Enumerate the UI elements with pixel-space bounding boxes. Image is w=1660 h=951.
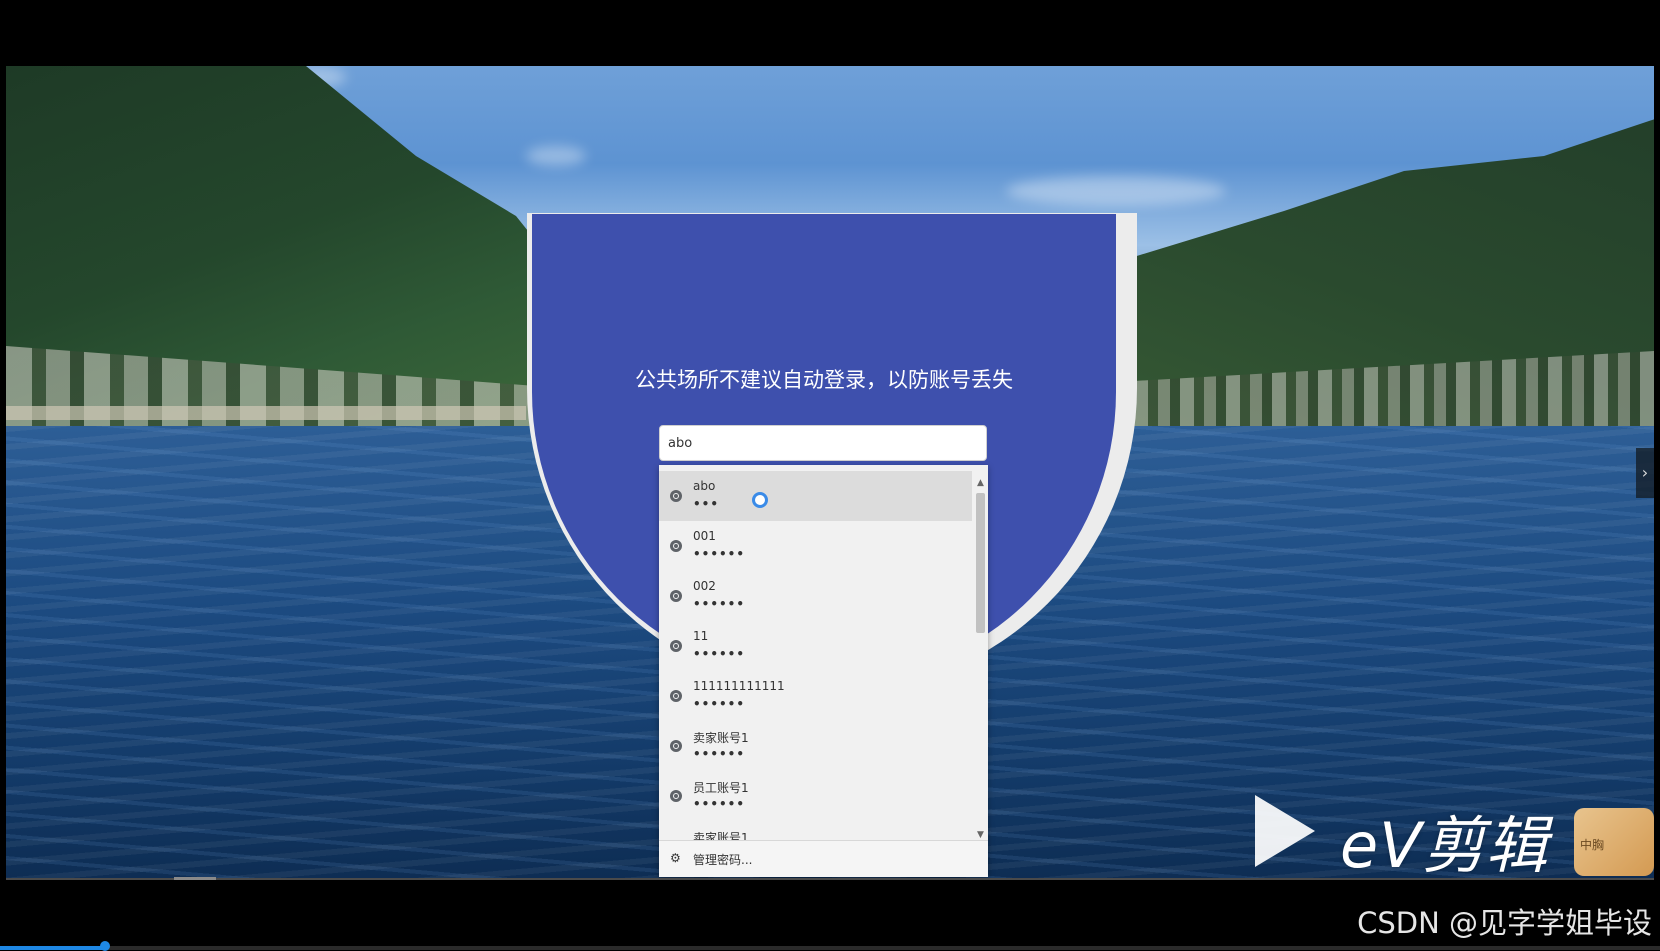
username-input[interactable] [659, 425, 987, 461]
manage-passwords-item[interactable]: ⚙ 管理密码... [659, 840, 988, 877]
autofill-item[interactable]: 001 •••••• [659, 521, 972, 571]
dog-badge-text: 中胸 [1580, 838, 1605, 852]
autofill-username: 11 [693, 629, 709, 643]
csdn-credit: CSDN @见字学姐毕设 [1357, 906, 1652, 940]
autofill-password: •••••• [693, 747, 746, 761]
shoreline [6, 406, 526, 420]
globe-icon [670, 740, 682, 752]
globe-icon [670, 490, 682, 502]
autofill-password: •••••• [693, 597, 746, 611]
globe-icon [670, 790, 682, 802]
globe-icon [670, 640, 682, 652]
gear-icon: ⚙ [670, 851, 681, 865]
chevron-right-icon[interactable]: › [1636, 448, 1654, 498]
autofill-item[interactable]: 员工账号1 •••••• [659, 771, 972, 821]
scroll-up-icon[interactable]: ▲ [976, 477, 985, 489]
globe-icon [670, 590, 682, 602]
autofill-username: 111111111111 [693, 679, 785, 693]
ev-brand-watermark: eV剪辑 [1340, 809, 1549, 882]
autofill-username: abo [693, 479, 716, 493]
autofill-username: 001 [693, 529, 716, 543]
ev-play-logo-icon [1255, 795, 1315, 867]
autofill-username: 卖家账号1 [693, 731, 749, 745]
autofill-item[interactable]: abo ••• [659, 471, 972, 521]
dog-badge-logo: 中胸 [1574, 808, 1654, 876]
autofill-dropdown[interactable]: abo ••• 001 •••••• 002 •••••• 11 •••••• … [659, 465, 988, 877]
autofill-item[interactable]: 卖家账号1 •••••• [659, 721, 972, 771]
autofill-item[interactable]: 11 •••••• [659, 621, 972, 671]
autofill-item[interactable]: 002 •••••• [659, 571, 972, 621]
video-progress-track[interactable] [0, 946, 1660, 950]
autofill-password: •••••• [693, 797, 746, 811]
frame-scroll-marker [174, 877, 216, 880]
manage-passwords-label: 管理密码... [693, 853, 753, 867]
autofill-password: ••• [693, 497, 720, 511]
autofill-username: 002 [693, 579, 716, 593]
frame-border [6, 878, 1654, 880]
autofill-password: •••••• [693, 647, 746, 661]
autofill-item[interactable]: 111111111111 •••••• [659, 671, 972, 721]
autofill-username: 员工账号1 [693, 781, 749, 795]
autofill-scrollbar[interactable]: ▲ ▼ [973, 471, 988, 843]
loading-cursor-icon [752, 492, 768, 508]
globe-icon [670, 540, 682, 552]
autofill-password: •••••• [693, 547, 746, 561]
video-progress-fill [0, 946, 105, 950]
autofill-list[interactable]: abo ••• 001 •••••• 002 •••••• 11 •••••• … [659, 471, 972, 843]
globe-icon [670, 690, 682, 702]
auto-login-notice: 公共场所不建议自动登录，以防账号丢失 [635, 368, 1013, 392]
autofill-password: •••••• [693, 697, 746, 711]
scroll-thumb[interactable] [976, 493, 985, 633]
